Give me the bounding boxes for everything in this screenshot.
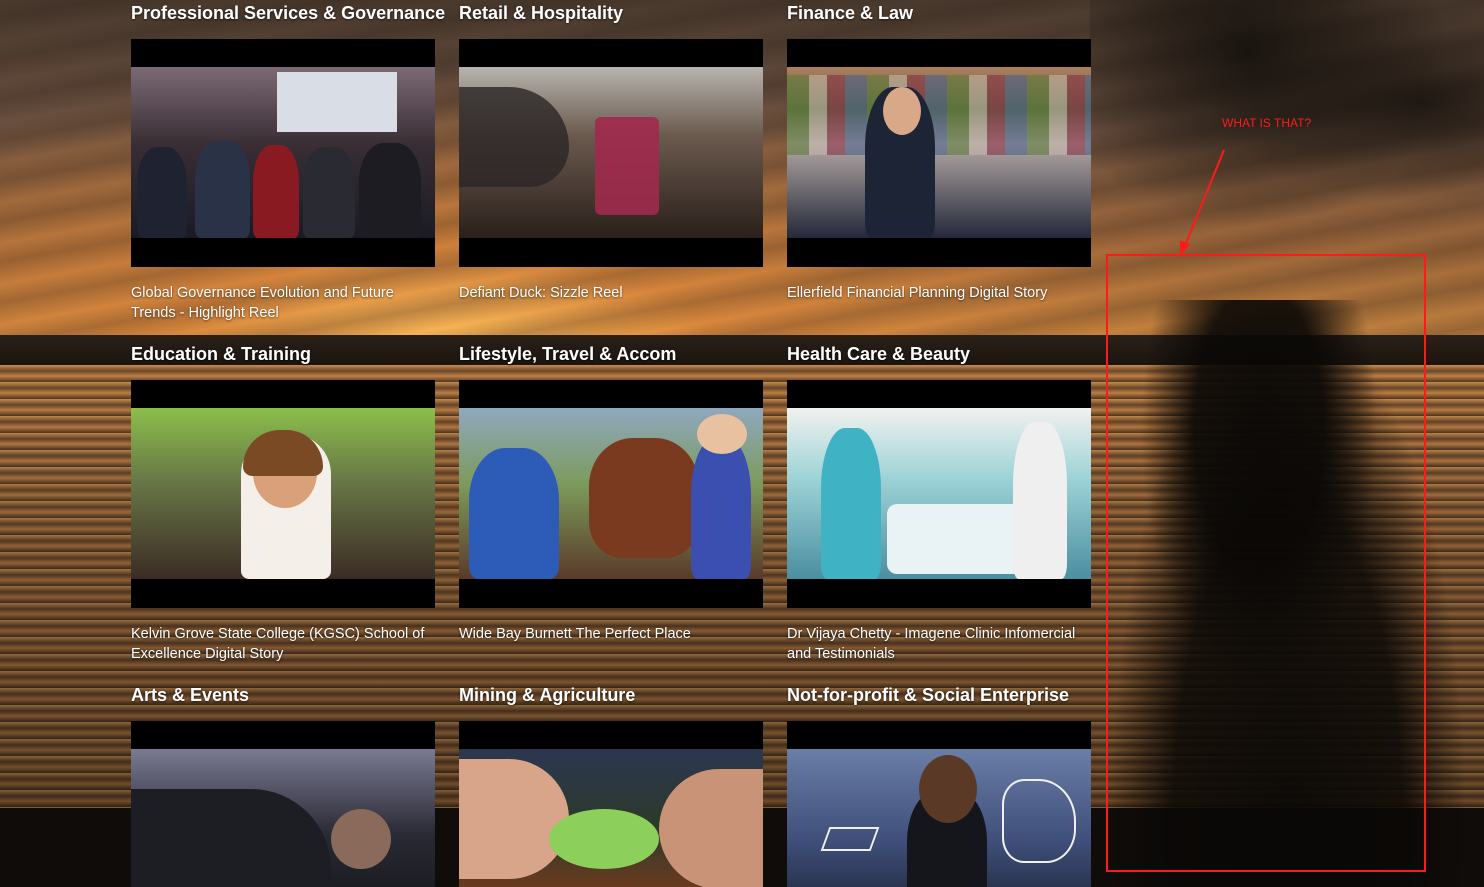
annotation-box xyxy=(1106,254,1426,872)
video-title[interactable]: Dr Vijaya Chetty - Imagene Clinic Infome… xyxy=(787,624,1087,664)
video-thumbnail[interactable] xyxy=(459,39,763,267)
thumbnail-image xyxy=(131,67,435,238)
section-title: Finance & Law xyxy=(787,3,914,23)
section-title: Professional Services & Governance xyxy=(131,3,446,23)
section-title: Lifestyle, Travel & Accom xyxy=(459,344,677,364)
thumbnail-image xyxy=(459,67,763,238)
video-thumbnail[interactable] xyxy=(459,380,763,608)
video-card[interactable]: Defiant Duck: Sizzle Reel xyxy=(459,39,763,303)
section-title: Education & Training xyxy=(131,344,312,364)
video-card[interactable]: Dr Vijaya Chetty - Imagene Clinic Infome… xyxy=(787,380,1091,664)
video-card[interactable] xyxy=(131,721,435,887)
section-title: Retail & Hospitality xyxy=(459,3,624,23)
section-title: Arts & Events xyxy=(131,685,250,705)
video-title[interactable]: Wide Bay Burnett The Perfect Place xyxy=(459,624,759,644)
video-card[interactable] xyxy=(787,721,1091,887)
thumbnail-image xyxy=(787,749,1091,887)
video-card[interactable]: Kelvin Grove State College (KGSC) School… xyxy=(131,380,435,664)
annotation-label: WHAT IS THAT? xyxy=(1222,116,1312,130)
section-title: Not-for-profit & Social Enterprise xyxy=(787,685,1070,705)
video-card[interactable]: Global Governance Evolution and Future T… xyxy=(131,39,435,323)
tree-silhouette xyxy=(1090,0,1484,260)
video-title[interactable]: Defiant Duck: Sizzle Reel xyxy=(459,283,759,303)
thumbnail-image xyxy=(131,408,435,579)
section-title: Health Care & Beauty xyxy=(787,344,971,364)
video-title[interactable]: Ellerfield Financial Planning Digital St… xyxy=(787,283,1087,303)
video-thumbnail[interactable] xyxy=(787,39,1091,267)
video-title[interactable]: Global Governance Evolution and Future T… xyxy=(131,283,431,323)
thumbnail-image xyxy=(787,408,1091,579)
thumbnail-image xyxy=(459,408,763,579)
video-thumbnail[interactable] xyxy=(131,721,435,887)
thumbnail-image xyxy=(131,749,435,887)
section-title: Mining & Agriculture xyxy=(459,685,636,705)
video-card[interactable] xyxy=(459,721,763,887)
thumbnail-image xyxy=(459,749,763,887)
thumbnail-image xyxy=(787,67,1091,238)
video-thumbnail[interactable] xyxy=(459,721,763,887)
video-card[interactable]: Ellerfield Financial Planning Digital St… xyxy=(787,39,1091,303)
video-thumbnail[interactable] xyxy=(131,39,435,267)
video-thumbnail[interactable] xyxy=(131,380,435,608)
video-thumbnail[interactable] xyxy=(787,721,1091,887)
video-thumbnail[interactable] xyxy=(787,380,1091,608)
video-title[interactable]: Kelvin Grove State College (KGSC) School… xyxy=(131,624,431,664)
video-card[interactable]: Wide Bay Burnett The Perfect Place xyxy=(459,380,763,644)
annotation-arrow xyxy=(1180,149,1225,256)
